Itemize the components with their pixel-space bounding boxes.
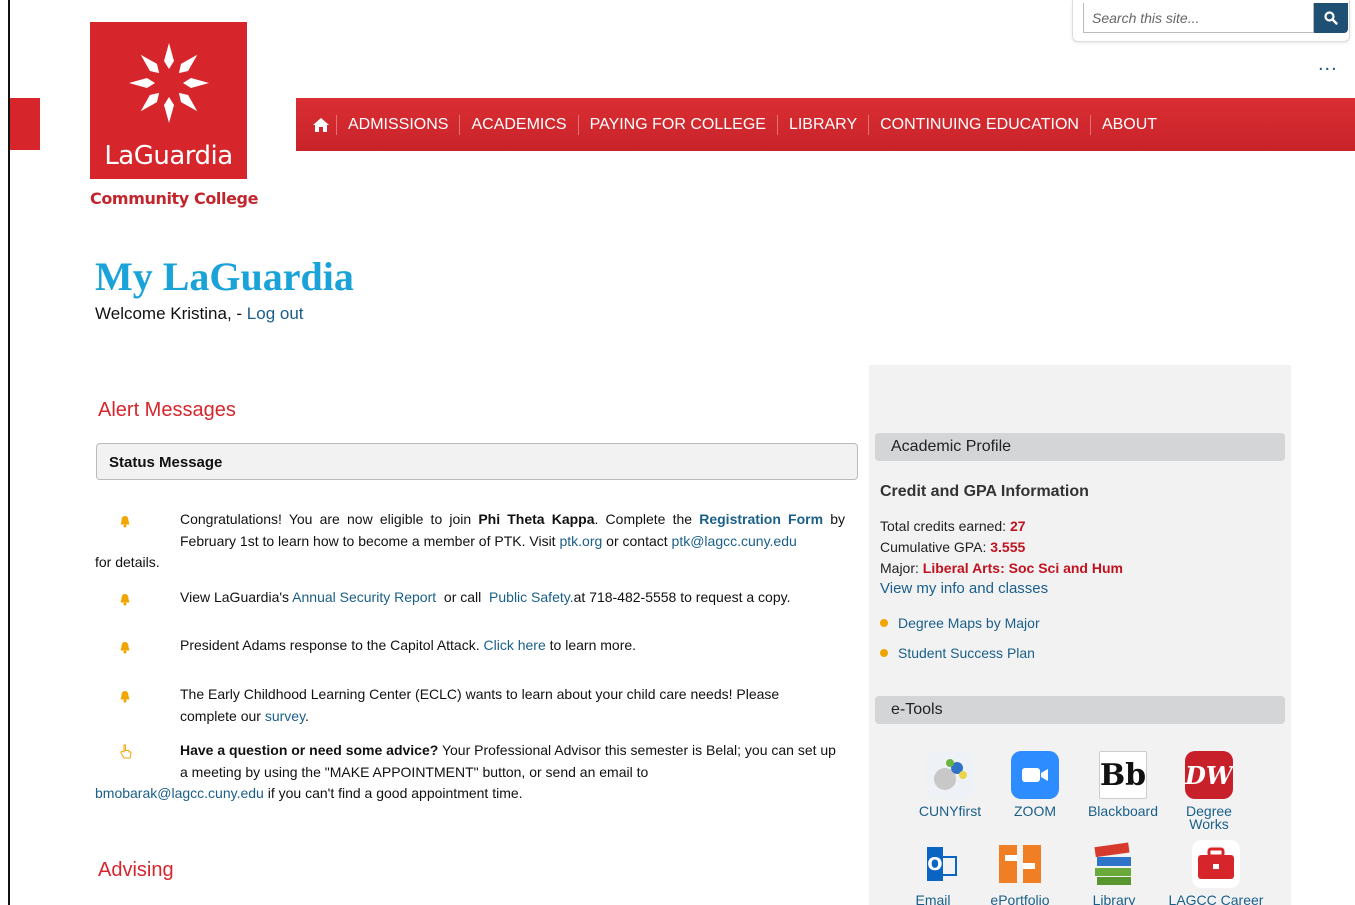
msg-text: View LaGuardia's bbox=[180, 589, 293, 605]
credit-gpa-title: Credit and GPA Information bbox=[880, 483, 1089, 500]
msg-bold: Phi Theta Kappa bbox=[478, 511, 595, 527]
view-info-link[interactable]: View my info and classes bbox=[880, 580, 1048, 597]
search-icon bbox=[1324, 11, 1338, 25]
security-report-link[interactable]: Annual Security Report bbox=[292, 589, 436, 605]
search-button[interactable] bbox=[1314, 3, 1348, 33]
bell-icon bbox=[119, 688, 131, 710]
msg-text: if you can't find a good appointment tim… bbox=[263, 785, 523, 801]
cunyfirst-icon bbox=[926, 751, 974, 799]
welcome-text: Welcome Kristina, - bbox=[95, 304, 247, 323]
pointing-hand-icon bbox=[119, 744, 133, 767]
nav-paying-for-college[interactable]: PAYING FOR COLLEGE bbox=[577, 114, 777, 135]
alert-messages-heading: Alert Messages bbox=[98, 399, 236, 421]
nav-accent-tab bbox=[10, 98, 40, 150]
msg-text: President Adams response to the Capitol … bbox=[180, 637, 484, 653]
click-here-link[interactable]: Click here bbox=[484, 637, 546, 653]
sidebar: Academic Profile Credit and GPA Informat… bbox=[869, 365, 1291, 905]
advising-heading: Advising bbox=[98, 859, 174, 881]
registration-form-link[interactable]: Registration Form bbox=[699, 511, 823, 527]
logo-wordmark: LaGuardia bbox=[104, 141, 233, 171]
msg-text: Congratulations! You are now eligible to… bbox=[180, 511, 479, 527]
msg-text: at 718-482-5558 to request a copy. bbox=[573, 589, 791, 605]
zoom-icon bbox=[1011, 751, 1059, 799]
ptk-email-link[interactable]: ptk@lagcc.cuny.edu bbox=[672, 533, 797, 549]
tool-cunyfirst[interactable]: CUNYfirst bbox=[905, 751, 995, 818]
more-options-icon[interactable]: ... bbox=[1318, 54, 1338, 74]
main-navigation: ADMISSIONS ACADEMICS PAYING FOR COLLEGE … bbox=[296, 98, 1355, 151]
public-safety-link[interactable]: Public Safety. bbox=[489, 589, 574, 605]
alert-message-ptk: Congratulations! You are now eligible to… bbox=[95, 509, 845, 574]
bell-icon bbox=[119, 513, 131, 535]
nav-continuing-education[interactable]: CONTINUING EDUCATION bbox=[868, 114, 1090, 135]
msg-text: . Complete the bbox=[594, 511, 700, 527]
msg-text: for details. bbox=[95, 554, 160, 570]
survey-link[interactable]: survey bbox=[265, 708, 305, 724]
cumulative-gpa: Cumulative GPA: 3.555 bbox=[880, 539, 1026, 555]
outlook-email-icon: O bbox=[909, 840, 957, 888]
tool-eportfolio[interactable]: ePortfolio bbox=[975, 840, 1065, 905]
major: Major: Liberal Arts: Soc Sci and Hum bbox=[880, 560, 1123, 576]
tool-blackboard[interactable]: Bb Blackboard bbox=[1078, 751, 1168, 818]
page-title: My LaGuardia bbox=[95, 254, 354, 299]
bell-icon bbox=[119, 639, 131, 661]
ptk-org-link[interactable]: ptk.org bbox=[559, 533, 602, 549]
bell-icon bbox=[119, 591, 131, 613]
msg-text: . bbox=[305, 707, 309, 724]
student-success-plan-link[interactable]: Student Success Plan bbox=[880, 645, 1035, 661]
bullet-dot bbox=[880, 619, 888, 627]
status-message-header: Status Message bbox=[96, 443, 858, 480]
total-credits: Total credits earned: 27 bbox=[880, 518, 1026, 534]
msg-bold: Have a question or need some advice? bbox=[180, 742, 439, 758]
logo-subtitle: Community College bbox=[90, 189, 259, 208]
nav-admissions[interactable]: ADMISSIONS bbox=[336, 114, 459, 135]
site-search bbox=[1072, 0, 1350, 42]
search-input[interactable] bbox=[1083, 3, 1314, 33]
blackboard-icon: Bb bbox=[1099, 751, 1147, 799]
academic-profile-header: Academic Profile bbox=[875, 433, 1285, 461]
star-burst-logo-icon bbox=[129, 43, 209, 123]
nav-academics[interactable]: ACADEMICS bbox=[459, 114, 577, 135]
tool-zoom[interactable]: ZOOM bbox=[990, 751, 1080, 818]
tool-library[interactable]: Library bbox=[1069, 840, 1159, 905]
college-logo[interactable]: LaGuardia bbox=[90, 22, 247, 179]
alert-message-advisor: Have a question or need some advice? You… bbox=[95, 740, 845, 805]
alert-message-security: View LaGuardia's Annual Security Report … bbox=[95, 587, 845, 609]
bullet-dot bbox=[880, 649, 888, 657]
tool-degree-works[interactable]: DW Degree Works bbox=[1164, 751, 1254, 831]
career-briefcase-icon bbox=[1192, 840, 1240, 888]
msg-text: to learn more. bbox=[545, 637, 637, 653]
welcome-line: Welcome Kristina, - Log out bbox=[95, 304, 304, 324]
nav-about[interactable]: ABOUT bbox=[1089, 114, 1168, 135]
msg-text: or contact bbox=[602, 532, 672, 549]
advisor-email-link[interactable]: bmobarak@lagcc.cuny.edu bbox=[95, 785, 264, 801]
library-books-icon bbox=[1090, 840, 1138, 888]
degree-maps-link[interactable]: Degree Maps by Major bbox=[880, 615, 1040, 631]
nav-library[interactable]: LIBRARY bbox=[776, 114, 868, 135]
alert-message-eclc: The Early Childhood Learning Center (ECL… bbox=[95, 684, 845, 727]
eportfolio-icon bbox=[996, 840, 1044, 888]
home-icon[interactable] bbox=[306, 117, 336, 133]
alert-message-president: President Adams response to the Capitol … bbox=[95, 635, 845, 657]
msg-text: or call bbox=[436, 589, 490, 605]
degreeworks-icon: DW bbox=[1185, 751, 1233, 799]
tool-email[interactable]: O Email bbox=[888, 840, 978, 905]
etools-header: e-Tools bbox=[875, 696, 1285, 724]
logout-link[interactable]: Log out bbox=[247, 304, 304, 323]
tool-lagcc-career[interactable]: LAGCC Career bbox=[1161, 840, 1271, 905]
